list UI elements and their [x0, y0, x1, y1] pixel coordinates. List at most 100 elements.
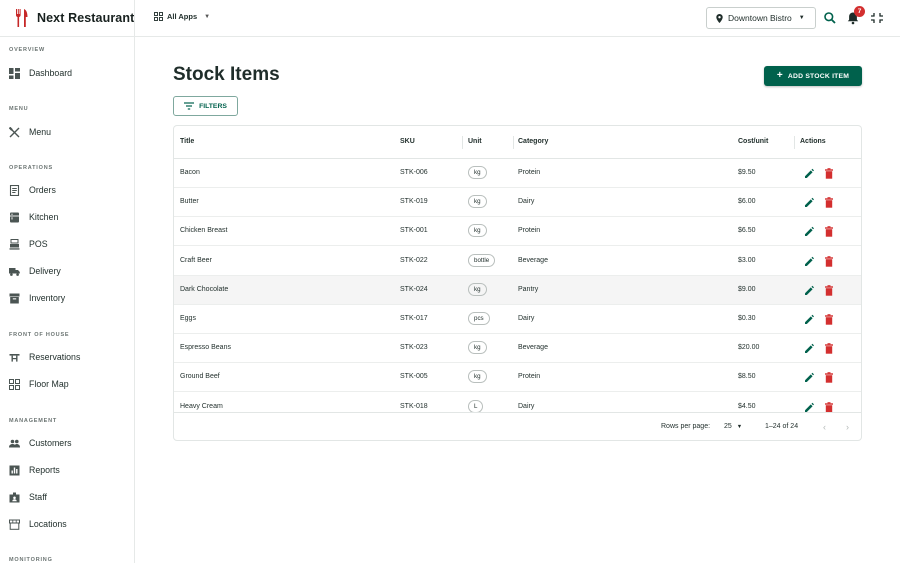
sidebar-item-orders[interactable]: Orders — [9, 181, 129, 199]
next-page-icon[interactable]: › — [846, 422, 849, 432]
delete-icon[interactable] — [824, 197, 834, 208]
rows-per-page-select[interactable]: 25 ▼ — [724, 423, 742, 430]
cell-category: Dairy — [518, 402, 535, 410]
stock-items-table: Title SKU Unit Category Cost/unit Action… — [173, 125, 862, 441]
delete-icon[interactable] — [824, 255, 834, 267]
sidebar-item-delivery[interactable]: Delivery — [9, 262, 129, 280]
sidebar-item-label: POS — [29, 239, 48, 249]
cell-title: Butter — [180, 198, 199, 206]
all-apps-menu[interactable]: All Apps ▼ — [154, 12, 210, 21]
section-overview: OVERVIEW — [9, 47, 45, 53]
delete-icon[interactable] — [824, 401, 834, 412]
sidebar-item-floor-map[interactable]: Floor Map — [9, 375, 129, 393]
sidebar-item-staff[interactable]: Staff — [9, 488, 129, 506]
table-row[interactable]: Bacon STK-006 kg Protein $9.50 — [174, 159, 861, 188]
cell-sku: STK-024 — [400, 285, 428, 293]
delete-icon[interactable] — [824, 284, 834, 296]
table-row[interactable]: Chicken Breast STK-001 kg Protein $6.50 — [174, 217, 861, 247]
sidebar-item-label: Floor Map — [29, 379, 69, 389]
edit-icon[interactable] — [804, 226, 814, 237]
cell-sku: STK-022 — [400, 256, 428, 264]
edit-icon[interactable] — [804, 168, 814, 179]
sidebar-item-reservations[interactable]: Reservations — [9, 348, 129, 366]
cell-sku: STK-019 — [400, 198, 428, 206]
cell-cost: $9.50 — [738, 169, 756, 176]
table-row[interactable]: Dark Chocolate STK-024 kg Pantry $9.00 — [174, 275, 861, 305]
table-row[interactable]: Heavy Cream STK-018 L Dairy $4.50 — [174, 393, 861, 412]
badge-icon — [9, 492, 20, 502]
column-header-category[interactable]: Category — [518, 138, 548, 145]
table-row[interactable]: Espresso Beans STK-023 kg Beverage $20.00 — [174, 334, 861, 364]
filters-button[interactable]: FILTERS — [173, 96, 238, 116]
sidebar-item-inventory[interactable]: Inventory — [9, 289, 129, 307]
column-header-sku[interactable]: SKU — [400, 138, 415, 145]
edit-icon[interactable] — [804, 256, 814, 267]
rows-per-page-value: 25 — [724, 423, 732, 430]
delete-icon[interactable] — [824, 343, 834, 354]
column-header-cost[interactable]: Cost/unit — [738, 138, 768, 145]
grid-icon — [9, 378, 20, 390]
add-stock-item-button[interactable]: + ADD STOCK ITEM — [764, 66, 862, 86]
delete-icon[interactable] — [824, 226, 834, 238]
edit-icon[interactable] — [804, 197, 814, 208]
column-header-unit[interactable]: Unit — [468, 138, 482, 145]
sidebar-item-dashboard[interactable]: Dashboard — [9, 64, 129, 82]
cell-cost: $20.00 — [738, 344, 760, 352]
table-row[interactable]: Butter STK-019 kg Dairy $6.00 — [174, 188, 861, 218]
table-row[interactable]: Eggs STK-017 pcs Dairy $0.30 — [174, 305, 861, 334]
unit-chip: bottle — [468, 253, 496, 267]
sidebar-item-menu[interactable]: Menu — [9, 123, 129, 141]
column-separator — [794, 136, 795, 149]
cell-cost: $0.30 — [738, 315, 756, 322]
delete-icon[interactable] — [824, 168, 834, 179]
section-front-of-house: FRONT OF HOUSE — [9, 332, 70, 338]
sidebar-item-kitchen[interactable]: Kitchen — [9, 208, 129, 226]
truck-icon — [9, 267, 20, 276]
delete-icon[interactable] — [824, 372, 834, 384]
sidebar-item-customers[interactable]: Customers — [9, 434, 129, 452]
brand[interactable]: Next Restaurant — [15, 9, 134, 27]
filter-icon — [184, 102, 195, 110]
cell-cost: $9.00 — [738, 285, 756, 293]
search-icon[interactable] — [823, 11, 837, 25]
edit-icon[interactable] — [804, 402, 814, 412]
cell-cost: $6.50 — [738, 227, 756, 235]
edit-icon[interactable] — [804, 285, 814, 296]
cell-category: Protein — [518, 169, 541, 176]
edit-icon[interactable] — [804, 343, 814, 354]
table-row[interactable]: Ground Beef STK-005 kg Protein $8.50 — [174, 363, 861, 393]
unit-chip: kg — [468, 224, 487, 238]
people-icon — [9, 439, 20, 447]
column-header-title[interactable]: Title — [180, 138, 194, 145]
cell-category: Beverage — [518, 344, 548, 352]
page-title: Stock Items — [173, 64, 280, 85]
chevron-down-icon: ▼ — [204, 13, 211, 20]
collapse-icon[interactable] — [870, 11, 884, 25]
kitchen-icon — [10, 212, 19, 222]
sidebar-item-label: Reservations — [29, 352, 81, 362]
section-monitoring: MONITORING — [9, 557, 53, 563]
sidebar-item-label: Delivery — [29, 266, 61, 276]
dashboard-icon — [9, 67, 20, 79]
table-row[interactable]: Craft Beer STK-022 bottle Beverage $3.00 — [174, 247, 861, 276]
section-management: MANAGEMENT — [9, 418, 58, 424]
delete-icon[interactable] — [824, 314, 834, 325]
sidebar-divider — [134, 0, 135, 563]
apps-grid-icon — [154, 12, 163, 21]
rows-per-page-label: Rows per page: — [661, 423, 711, 430]
cell-title: Dark Chocolate — [180, 285, 229, 293]
unit-chip: kg — [468, 370, 487, 384]
edit-icon[interactable] — [804, 372, 814, 383]
location-select[interactable]: Downtown Bistro ▼ — [706, 7, 816, 29]
cell-category: Beverage — [518, 256, 548, 264]
sidebar-item-pos[interactable]: POS — [9, 235, 129, 253]
unit-chip: pcs — [468, 312, 490, 325]
sidebar-item-reports[interactable]: Reports — [9, 461, 129, 479]
unit-chip: kg — [468, 282, 487, 296]
table-restaurant-icon — [9, 353, 20, 362]
utensils-icon — [9, 126, 20, 137]
plus-icon: + — [776, 70, 783, 81]
sidebar-item-locations[interactable]: Locations — [9, 515, 129, 533]
edit-icon[interactable] — [804, 314, 814, 325]
previous-page-icon[interactable]: ‹ — [823, 422, 826, 432]
